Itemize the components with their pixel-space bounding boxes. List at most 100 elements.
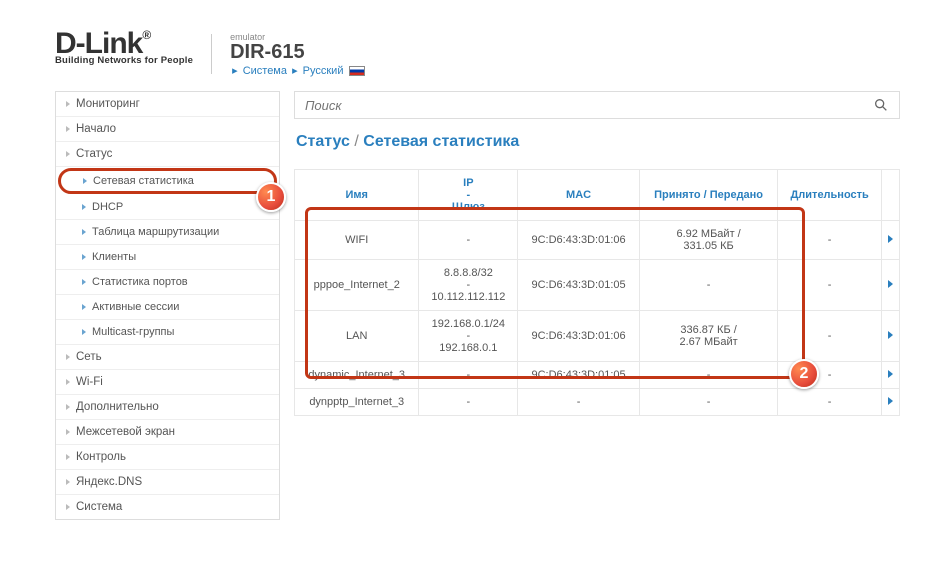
sidebar-item-monitoring[interactable]: Мониторинг xyxy=(56,92,279,117)
row-expand[interactable] xyxy=(882,260,900,311)
th-rxtx[interactable]: Принято / Передано xyxy=(639,170,777,221)
sidebar-item-system[interactable]: Система xyxy=(56,495,279,519)
th-mac[interactable]: MAC xyxy=(518,170,640,221)
callout-number: 1 xyxy=(267,188,276,206)
cell-dur: - xyxy=(778,389,882,416)
cell-ip: - xyxy=(419,221,518,260)
chevron-right-icon xyxy=(888,397,893,405)
cell-dur: - xyxy=(778,221,882,260)
flag-ru-icon[interactable] xyxy=(349,66,365,76)
bullet-icon xyxy=(66,379,70,385)
cell-rxtx: 6.92 МБайт / 331.05 КБ xyxy=(639,221,777,260)
sidebar-item-start[interactable]: Начало xyxy=(56,117,279,142)
table-row[interactable]: pppoe_Internet_28.8.8.8/32 - 10.112.112.… xyxy=(295,260,900,311)
cell-mac: - xyxy=(518,389,640,416)
search-icon[interactable] xyxy=(873,97,889,113)
sidebar-item-firewall[interactable]: Межсетевой экран xyxy=(56,420,279,445)
sidebar-item-routing-table[interactable]: Таблица маршрутизации xyxy=(56,220,279,245)
page-title: Статус / Сетевая статистика xyxy=(296,133,900,151)
row-expand[interactable] xyxy=(882,362,900,389)
sidebar-label: Сеть xyxy=(76,351,102,363)
sidebar-item-network-stats[interactable]: Сетевая статистика xyxy=(58,168,277,194)
table-row[interactable]: LAN192.168.0.1/24 - 192.168.0.19C:D6:43:… xyxy=(295,311,900,362)
title-page: Сетевая статистика xyxy=(363,133,519,150)
sidebar-item-active-sessions[interactable]: Активные сессии xyxy=(56,295,279,320)
cell-mac: 9C:D6:43:3D:01:06 xyxy=(518,311,640,362)
bullet-icon xyxy=(66,404,70,410)
sidebar-label: Статус xyxy=(76,148,112,160)
header: D-Link® Building Networks for People emu… xyxy=(25,5,925,85)
cell-name: pppoe_Internet_2 xyxy=(295,260,419,311)
bullet-icon xyxy=(66,429,70,435)
cell-name: WIFI xyxy=(295,221,419,260)
chevron-right-icon xyxy=(888,331,893,339)
cell-ip: - xyxy=(419,389,518,416)
registered-mark: ® xyxy=(142,28,150,42)
cell-rxtx: 336.87 КБ / 2.67 МБайт xyxy=(639,311,777,362)
bullet-icon xyxy=(66,354,70,360)
cell-dur: - xyxy=(778,311,882,362)
sidebar-label: Wi-Fi xyxy=(76,376,103,388)
sidebar-label: Межсетевой экран xyxy=(76,426,175,438)
sidebar-label: DHCP xyxy=(92,201,123,213)
sidebar-label: Статистика портов xyxy=(92,276,188,288)
cell-dur: - xyxy=(778,260,882,311)
th-name[interactable]: Имя xyxy=(295,170,419,221)
sidebar-item-wifi[interactable]: Wi-Fi xyxy=(56,370,279,395)
th-dur[interactable]: Длительность xyxy=(778,170,882,221)
bullet-icon xyxy=(82,229,86,235)
chevron-right-icon: ▸ xyxy=(292,65,298,77)
sidebar-item-advanced[interactable]: Дополнительно xyxy=(56,395,279,420)
callout-badge-2: 2 xyxy=(789,359,819,389)
sidebar-label: Сетевая статистика xyxy=(93,175,194,187)
search-box[interactable] xyxy=(294,91,900,119)
sidebar-label: Контроль xyxy=(76,451,126,463)
breadcrumb-language[interactable]: Русский xyxy=(303,65,344,77)
sidebar-item-yandex-dns[interactable]: Яндекс.DNS xyxy=(56,470,279,495)
bullet-icon xyxy=(66,479,70,485)
th-ip[interactable]: IP - Шлюз xyxy=(419,170,518,221)
table-head: Имя IP - Шлюз MAC Принято / Передано Дли… xyxy=(295,170,900,221)
cell-name: dynamic_Internet_3 xyxy=(295,362,419,389)
row-expand[interactable] xyxy=(882,389,900,416)
row-expand[interactable] xyxy=(882,221,900,260)
table-row[interactable]: dynpptp_Internet_3---- xyxy=(295,389,900,416)
cell-mac: 9C:D6:43:3D:01:06 xyxy=(518,221,640,260)
chevron-right-icon xyxy=(888,370,893,378)
cell-mac: 9C:D6:43:3D:01:05 xyxy=(518,362,640,389)
table-row[interactable]: WIFI-9C:D6:43:3D:01:066.92 МБайт / 331.0… xyxy=(295,221,900,260)
sidebar-label: Таблица маршрутизации xyxy=(92,226,219,238)
sidebar-label: Мониторинг xyxy=(76,98,140,110)
sidebar-item-multicast[interactable]: Multicast-группы xyxy=(56,320,279,345)
cell-name: dynpptp_Internet_3 xyxy=(295,389,419,416)
sidebar-item-network[interactable]: Сеть xyxy=(56,345,279,370)
sidebar-label: Начало xyxy=(76,123,116,135)
search-input[interactable] xyxy=(305,98,873,113)
sidebar-label: Дополнительно xyxy=(76,401,159,413)
chevron-right-icon xyxy=(888,235,893,243)
sidebar-label: Multicast-группы xyxy=(92,326,174,338)
bullet-icon xyxy=(66,454,70,460)
callout-number: 2 xyxy=(800,365,809,383)
sidebar-item-control[interactable]: Контроль xyxy=(56,445,279,470)
header-separator xyxy=(211,34,212,74)
breadcrumb-system[interactable]: Система xyxy=(243,65,287,77)
sidebar-item-dhcp[interactable]: DHCP xyxy=(56,195,279,220)
th-arrow xyxy=(882,170,900,221)
bullet-icon xyxy=(82,204,86,210)
table-wrap: Имя IP - Шлюз MAC Принято / Передано Дли… xyxy=(294,169,900,416)
cell-mac: 9C:D6:43:3D:01:05 xyxy=(518,260,640,311)
sidebar-item-clients[interactable]: Клиенты xyxy=(56,245,279,270)
bullet-icon xyxy=(82,279,86,285)
sidebar: Мониторинг Начало Статус Сетевая статист… xyxy=(55,91,280,520)
chevron-right-icon: ▸ xyxy=(232,65,238,77)
content: Статус / Сетевая статистика Имя IP - Шлю… xyxy=(294,91,925,520)
bullet-icon xyxy=(66,126,70,132)
cell-rxtx: - xyxy=(639,260,777,311)
cell-ip: - xyxy=(419,362,518,389)
sidebar-label: Яндекс.DNS xyxy=(76,476,142,488)
sidebar-item-status[interactable]: Статус xyxy=(56,142,279,167)
row-expand[interactable] xyxy=(882,311,900,362)
callout-badge-1: 1 xyxy=(256,182,286,212)
sidebar-item-port-stats[interactable]: Статистика портов xyxy=(56,270,279,295)
